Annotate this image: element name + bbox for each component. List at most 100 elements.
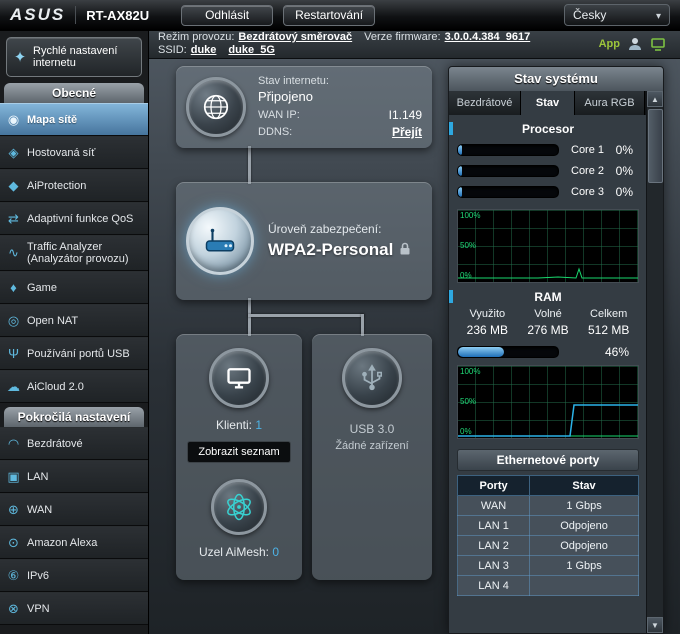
sidebar-item-amazon-alexa[interactable]: Amazon Alexa (0, 526, 148, 559)
language-selector[interactable]: Česky (564, 4, 670, 26)
clients-icon[interactable] (627, 36, 643, 52)
aiprotection-shield-icon (0, 178, 27, 194)
quick-setup-icon (7, 48, 33, 66)
port-cell: LAN 1 (458, 516, 530, 536)
status-cell: Odpojeno (530, 536, 639, 556)
monitor-icon (225, 364, 253, 392)
status-cell (530, 576, 639, 596)
port-cell: LAN 2 (458, 536, 530, 556)
traffic-analyzer-icon (0, 245, 27, 261)
internet-status-label: Stav internetu: (258, 75, 422, 87)
sidebar-item-wireless[interactable]: Bezdrátové (0, 427, 148, 460)
cpu-core2-value: 0% (616, 164, 639, 178)
reboot-button[interactable]: Restartování (283, 5, 375, 26)
ram-used-label: Využito (457, 308, 518, 320)
ram-total: Celkem 512 MB (578, 308, 639, 337)
sidebar-item-ipv6[interactable]: IPv6 (0, 559, 148, 592)
scrollbar-thumb[interactable] (648, 109, 663, 183)
security-level-label: Úroveň zabezpečení: (268, 222, 411, 236)
cpu-core1-value: 0% (616, 143, 639, 157)
scroll-up-button[interactable] (647, 91, 663, 107)
sidebar-item-usb-application[interactable]: Používání portů USB (0, 337, 148, 370)
system-status-title: Stav systému (449, 67, 663, 91)
ram-total-label: Celkem (578, 308, 639, 320)
quick-setup-label: Rychlé nastavení internetu (33, 45, 137, 69)
sidebar-item-game[interactable]: Game (0, 271, 148, 304)
column-header-status: Stav (530, 476, 639, 496)
sidebar-item-aicloud[interactable]: AiCloud 2.0 (0, 370, 148, 403)
asus-logo[interactable]: ASUS (10, 5, 65, 25)
cpu-core3-bar (457, 186, 559, 198)
scroll-down-button[interactable] (647, 617, 663, 633)
cpu-title: Procesor (522, 122, 574, 136)
section-accent (449, 290, 453, 303)
ram-free: Volné 276 MB (518, 308, 579, 337)
wan-icon (0, 502, 27, 518)
clients-button[interactable] (209, 348, 269, 408)
view-list-button[interactable]: Zobrazit seznam (187, 441, 290, 463)
ssid-label: SSID: (158, 44, 187, 56)
internet-status-value: Připojeno (258, 89, 422, 104)
internet-globe-button[interactable] (186, 77, 246, 137)
router-admin-screen: ASUS RT-AX82U Odhlásit Restartování Česk… (0, 0, 680, 634)
sidebar-item-network-map[interactable]: Mapa sítě (0, 103, 148, 136)
lan-icon (0, 469, 27, 485)
router-button[interactable] (186, 207, 254, 275)
internet-status-card: Stav internetu: Připojeno WAN IP: I1.149… (176, 66, 432, 148)
cpu-core3-label: Core 3 (571, 187, 609, 198)
ram-usage-graph: 100% 50% 0% (457, 365, 639, 439)
aimesh-count-line: Uzel AiMesh: 0 (199, 545, 279, 559)
logout-button[interactable]: Odhlásit (181, 5, 273, 26)
usb-button[interactable] (342, 348, 402, 408)
table-row: WAN 1 Gbps (458, 496, 639, 516)
ram-free-label: Volné (518, 308, 579, 320)
table-row: LAN 1 Odpojeno (458, 516, 639, 536)
sidebar-item-wan[interactable]: WAN (0, 493, 148, 526)
sidebar-item-lan[interactable]: LAN (0, 460, 148, 493)
sidebar-item-open-nat[interactable]: Open NAT (0, 304, 148, 337)
quick-internet-setup-button[interactable]: Rychlé nastavení internetu (6, 37, 142, 77)
security-level-value: WPA2-Personal (268, 240, 393, 260)
sidebar-item-traffic-analyzer[interactable]: Traffic Analyzer (Analyzátor provozu) (0, 235, 148, 271)
sidebar-item-label: AiProtection (27, 180, 141, 192)
wired-network-icon[interactable] (650, 36, 666, 52)
system-status-panel: Stav systému Bezdrátové Stav Aura RGB Pr… (448, 66, 664, 634)
tab-status[interactable]: Stav (521, 91, 575, 115)
sidebar-item-vpn[interactable]: VPN (0, 592, 148, 625)
ssid-24g-link[interactable]: duke (191, 44, 217, 56)
operation-mode-link[interactable]: Bezdrátový směrovač (238, 31, 352, 43)
cpu-core1-bar (457, 144, 559, 156)
amazon-alexa-icon (0, 535, 27, 551)
ssid-5g-link[interactable]: duke_5G (228, 44, 274, 56)
tab-wireless[interactable]: Bezdrátové (449, 91, 521, 115)
usb-device-status: Žádné zařízení (335, 440, 408, 452)
ram-usage-row: 46% (457, 345, 639, 359)
operation-mode-label: Režim provozu: (158, 31, 234, 43)
open-nat-icon (0, 313, 27, 329)
table-row: LAN 3 1 Gbps (458, 556, 639, 576)
sidebar-item-aiprotection[interactable]: AiProtection (0, 169, 148, 202)
cpu-core2-bar (457, 165, 559, 177)
aimesh-button[interactable] (211, 479, 267, 535)
language-value: Česky (573, 8, 606, 22)
firmware-version-link[interactable]: 3.0.0.4.384_9617 (445, 31, 531, 43)
scrollbar[interactable] (646, 91, 663, 633)
ram-usage-percent: 46% (605, 345, 639, 359)
sidebar-item-adaptive-qos[interactable]: Adaptivní funkce QoS (0, 202, 148, 235)
cpu-core-row: Core 3 0% (457, 185, 639, 199)
wan-ip-label: WAN IP: (258, 109, 300, 121)
wan-ip-value: I1.149 (389, 108, 422, 122)
cpu-core3-value: 0% (616, 185, 639, 199)
clients-card: Klienti: 1 Zobrazit seznam Uzel AiMesh: … (176, 334, 302, 580)
ddns-go-link[interactable]: Přejít (392, 125, 422, 139)
tab-aura-rgb[interactable]: Aura RGB (575, 91, 645, 115)
cpu-core-row: Core 1 0% (457, 143, 639, 157)
app-link[interactable]: App (599, 38, 620, 50)
sidebar: Rychlé nastavení internetu Obecné Mapa s… (0, 30, 149, 634)
sidebar-section-advanced: Pokročilá nastavení (4, 407, 144, 427)
operation-mode-line: Režim provozu:Bezdrátový směrovačVerze f… (158, 31, 542, 44)
network-map-icon (0, 112, 27, 128)
section-accent (449, 122, 453, 135)
sidebar-item-guest-network[interactable]: Hostovaná síť (0, 136, 148, 169)
router-model-label: RT-AX82U (86, 8, 149, 23)
